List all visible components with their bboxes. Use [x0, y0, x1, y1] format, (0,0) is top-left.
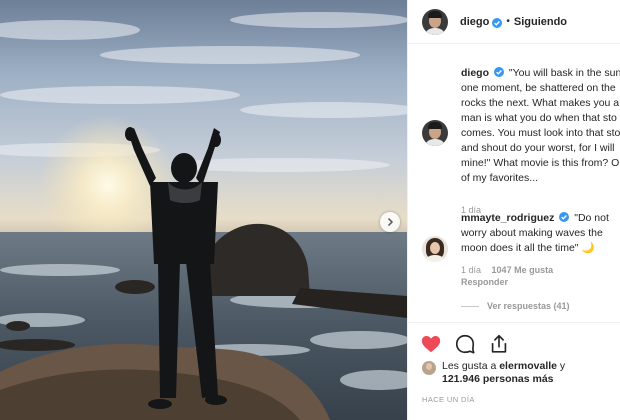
view-replies-button[interactable]: Ver respuestas (41) — [461, 301, 570, 311]
caption-line: comes. You must look into that sto — [461, 127, 620, 139]
post-actions: Les gusta a elermovalle y 121.946 person… — [408, 322, 620, 420]
comment-line: "Do not — [574, 212, 609, 224]
caption-line: "You will bask in the sunli — [508, 67, 620, 79]
separator-dot: • — [506, 16, 510, 27]
heart-icon[interactable] — [420, 333, 442, 355]
comment-likes[interactable]: 1047 Me gusta — [492, 265, 554, 275]
verified-badge-icon — [492, 17, 503, 28]
likes-summary: Les gusta a elermovalle y 121.946 person… — [422, 360, 565, 386]
likes-count[interactable]: 121.946 — [442, 373, 480, 385]
next-photo-button[interactable] — [380, 212, 400, 232]
comment-icon[interactable] — [454, 333, 476, 355]
following-button[interactable]: Siguiendo — [514, 16, 567, 28]
post-side-panel: diego • Siguiendo diego "You will bask i… — [407, 0, 620, 420]
caption-line: one moment, be shattered on the — [461, 82, 616, 94]
comment-line: moon does it all the time" 🌙 — [461, 242, 595, 254]
likes-text: Les gusta a elermovalle y 121.946 person… — [442, 360, 565, 386]
likes-prefix: Les gusta a — [442, 360, 500, 372]
likes-others[interactable]: personas más — [480, 373, 554, 385]
author-username[interactable]: diego — [460, 16, 489, 28]
caption-line: and shout do your worst, for I will — [461, 142, 615, 154]
post-photo[interactable] — [0, 0, 407, 420]
replies-divider — [461, 305, 479, 307]
commenter-avatar[interactable] — [422, 236, 448, 262]
caption-line: mine!" What movie is this from? O — [461, 157, 620, 169]
caption-author-avatar[interactable] — [422, 120, 448, 146]
comment-text: mmayte_rodriguez "Do not worry about mak… — [461, 211, 620, 256]
view-replies-label: Ver respuestas (41) — [487, 301, 570, 311]
author-avatar[interactable] — [422, 8, 448, 35]
reply-button[interactable]: Responder — [461, 277, 508, 287]
post-header: diego • Siguiendo — [408, 0, 620, 44]
share-icon[interactable] — [488, 333, 510, 355]
caption-username[interactable]: diego — [461, 67, 489, 79]
post-timestamp[interactable]: HACE UN DÍA — [422, 395, 475, 404]
verified-badge-icon — [493, 67, 504, 77]
caption-line: rocks the next. What makes you a — [461, 97, 620, 109]
commenter-username[interactable]: mmayte_rodriguez — [461, 212, 554, 224]
comment-line: worry about making waves the — [461, 227, 603, 239]
liker-username[interactable]: elermovalle — [499, 360, 557, 372]
chevron-right-icon — [387, 217, 394, 227]
photo-scene — [0, 12, 407, 420]
likes-conjunction: y — [557, 360, 566, 372]
verified-badge-icon — [559, 212, 570, 222]
liker-avatar[interactable] — [422, 361, 436, 375]
comment-time[interactable]: 1 día — [461, 265, 481, 275]
action-icons — [420, 333, 510, 355]
caption-line: of my favorites... — [461, 172, 539, 184]
reply-button-wrap: Responder — [461, 277, 508, 287]
comment-meta: 1 día 1047 Me gusta — [461, 265, 553, 275]
caption-line: man is what you do when that sto — [461, 112, 617, 124]
caption-text: diego "You will bask in the sunli one mo… — [461, 66, 620, 186]
comments-list: diego "You will bask in the sunli one mo… — [408, 45, 620, 322]
